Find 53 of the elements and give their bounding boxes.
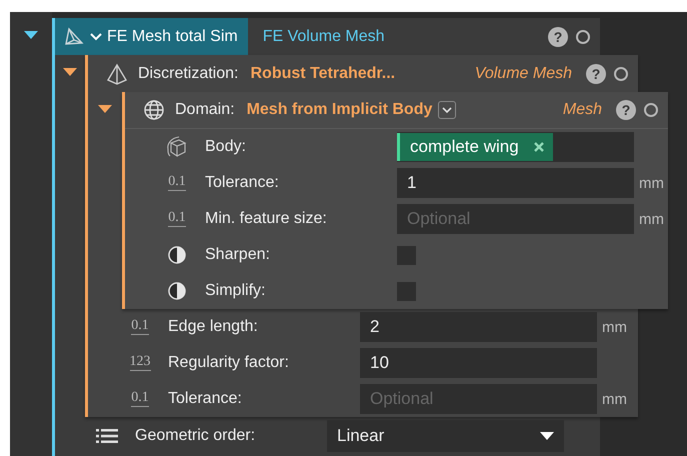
field-label: Regularity factor: (168, 354, 290, 372)
status-circle-icon[interactable] (614, 66, 628, 80)
help-icon[interactable]: ? (548, 26, 568, 46)
field-label: Min. feature size: (205, 210, 328, 228)
reference-tag: complete wing (397, 133, 553, 161)
field-label: Geometric order: (135, 426, 256, 444)
field-label: Sharpen: (205, 246, 271, 264)
selected-node-header[interactable]: FE Mesh total Sim (55, 18, 248, 55)
tetrahedron-icon (106, 62, 128, 84)
unit-label: mm (602, 318, 628, 336)
field-label: Edge length: (168, 318, 259, 336)
chevron-down-icon[interactable] (89, 32, 103, 42)
field-label: Body: (205, 138, 247, 156)
close-icon[interactable] (532, 141, 545, 153)
pyramid-icon (63, 26, 85, 48)
expand-toggle-icon[interactable] (62, 67, 78, 77)
node-value: Mesh from Implicit Body (246, 101, 432, 119)
half-circle-icon (167, 245, 187, 265)
node-label: Domain: (175, 101, 235, 119)
number-field[interactable]: 2 (360, 312, 597, 342)
node-label: Discretization: (138, 64, 238, 82)
help-icon[interactable]: ? (616, 100, 636, 120)
wireframe-cube-icon (165, 135, 189, 159)
checkbox[interactable] (397, 282, 416, 300)
node-value: Robust Tetrahedr... (250, 64, 396, 82)
checkbox[interactable] (397, 246, 416, 264)
number-field[interactable]: Optional (360, 384, 597, 414)
globe-icon (143, 99, 165, 121)
reference-field[interactable]: complete wing (397, 132, 634, 162)
dropdown[interactable]: Linear (327, 420, 564, 452)
number-field[interactable]: 1 (397, 168, 634, 198)
number-field[interactable]: Optional (397, 204, 634, 234)
caret-icon (540, 432, 554, 440)
node-type: FE Volume Mesh (262, 28, 385, 46)
status-circle-icon[interactable] (644, 103, 658, 117)
chevron-down-icon (442, 106, 452, 114)
node-title: FE Mesh total Sim (107, 28, 238, 46)
dropdown-button[interactable] (438, 101, 456, 119)
node-type: Mesh (562, 101, 602, 119)
field-label: Simplify: (205, 282, 266, 300)
unit-label: mm (602, 390, 628, 408)
help-icon[interactable]: ? (586, 64, 606, 84)
number-field[interactable]: 10 (360, 348, 597, 378)
field-label: Tolerance: (205, 174, 280, 192)
expand-toggle-icon[interactable] (23, 30, 39, 40)
node-type: Volume Mesh (474, 64, 572, 82)
expand-toggle-icon[interactable] (97, 104, 113, 114)
field-label: Tolerance: (168, 390, 243, 408)
status-circle-icon[interactable] (576, 30, 590, 44)
unit-label: mm (639, 210, 665, 228)
half-circle-icon (167, 281, 187, 301)
unit-label: mm (639, 174, 665, 192)
list-icon (96, 428, 118, 444)
